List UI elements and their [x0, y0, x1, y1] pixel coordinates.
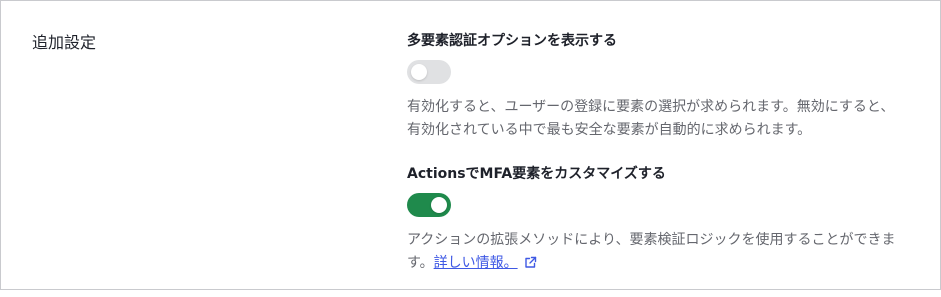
- setting-label-customize-mfa-actions: ActionsでMFA要素をカスタマイズする: [407, 166, 666, 182]
- setting-description-show-mfa-options: 有効化すると、ユーザーの登録に要素の選択が求められます。無効にすると、有効化され…: [407, 99, 895, 138]
- setting-customize-mfa-actions: ActionsでMFA要素をカスタマイズする アクションの拡張メソッドにより、要…: [407, 164, 907, 275]
- toggle-knob: [431, 197, 447, 213]
- setting-show-mfa-options: 多要素認証オプションを表示する 有効化すると、ユーザーの登録に要素の選択が求めら…: [407, 31, 907, 142]
- external-link-icon[interactable]: [524, 256, 537, 269]
- section-title: 追加設定: [32, 33, 97, 52]
- toggle-customize-mfa-actions[interactable]: [407, 193, 451, 217]
- setting-description-customize-mfa-actions: アクションの拡張メソッドにより、要素検証ロジックを使用することができます。詳しい…: [407, 229, 903, 275]
- learn-more-link[interactable]: 詳しい情報。: [434, 255, 518, 271]
- setting-label-show-mfa-options: 多要素認証オプションを表示する: [407, 33, 617, 49]
- additional-settings-card: 追加設定 多要素認証オプションを表示する 有効化すると、ユーザーの登録に要素の選…: [0, 0, 941, 290]
- toggle-knob: [411, 64, 427, 80]
- toggle-show-mfa-options[interactable]: [407, 60, 451, 84]
- settings-list: 多要素認証オプションを表示する 有効化すると、ユーザーの登録に要素の選択が求めら…: [407, 31, 907, 297]
